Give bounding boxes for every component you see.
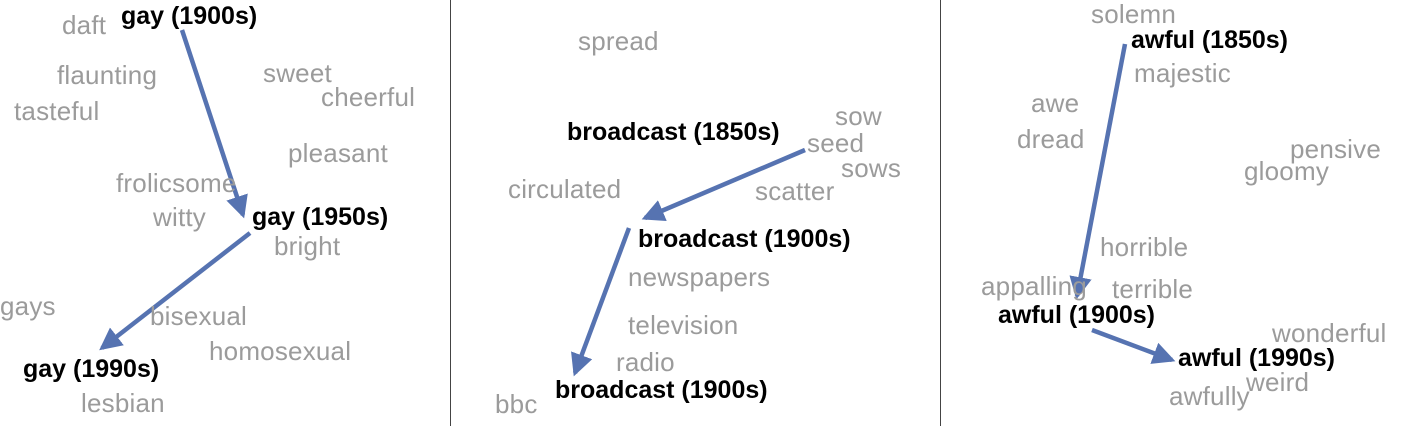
focus-word-gay-1950s: gay (1950s) (252, 203, 389, 231)
neighbor-word: frolicsome (116, 168, 237, 198)
focus-word-gay-1990s: gay (1990s) (23, 355, 160, 383)
neighbor-word: spread (578, 26, 659, 56)
neighbor-word: sow (835, 101, 882, 131)
neighbor-word: tasteful (14, 96, 100, 126)
focus-word-awful-1850s: awful (1850s) (1131, 26, 1289, 54)
focus-word-awful-1990s: awful (1990s) (1178, 344, 1336, 372)
neighbor-word: horrible (1100, 232, 1189, 262)
neighbor-word: witty (153, 202, 206, 232)
neighbor-word: terrible (1112, 274, 1194, 304)
arrow-awful-1900s-to-1990s (1091, 327, 1176, 364)
neighbor-word: solemn (1091, 0, 1177, 29)
neighbor-word: appalling (981, 271, 1087, 301)
focus-word-broadcast-1850s: broadcast (1850s) (567, 118, 780, 146)
focus-word-broadcast-1900s: broadcast (1900s) (638, 225, 851, 253)
focus-word-awful-1900s: awful (1900s) (998, 301, 1156, 329)
neighbor-word: daft (62, 10, 107, 40)
neighbor-word: homosexual (209, 336, 352, 366)
neighbor-word: newspapers (628, 262, 771, 292)
neighbor-word: pleasant (288, 138, 388, 168)
neighbor-word: circulated (508, 174, 622, 204)
neighbor-word: bbc (495, 389, 538, 419)
neighbor-word: television (628, 310, 739, 340)
focus-word-gay-1900s: gay (1900s) (121, 2, 258, 30)
neighbor-word: radio (616, 347, 675, 377)
focus-word-broadcast-1900s-second: broadcast (1900s) (555, 376, 768, 404)
neighbor-word: wonderful (1272, 318, 1387, 348)
neighbor-word: lesbian (81, 388, 165, 418)
neighbor-word: awfully (1169, 381, 1250, 411)
neighbor-word: bisexual (150, 301, 247, 331)
neighbor-word: awe (1031, 88, 1080, 118)
neighbor-word: majestic (1134, 58, 1231, 88)
neighbor-word: sows (841, 153, 902, 183)
neighbor-word: dread (1017, 124, 1085, 154)
neighbor-word: gloomy (1244, 156, 1330, 186)
neighbor-word: gays (0, 291, 56, 321)
neighbor-word: flaunting (57, 60, 158, 90)
neighbor-word: cheerful (321, 82, 416, 112)
neighbor-word: scatter (755, 176, 835, 206)
neighbor-word: weird (1246, 367, 1310, 397)
neighbor-word: bright (274, 231, 341, 261)
